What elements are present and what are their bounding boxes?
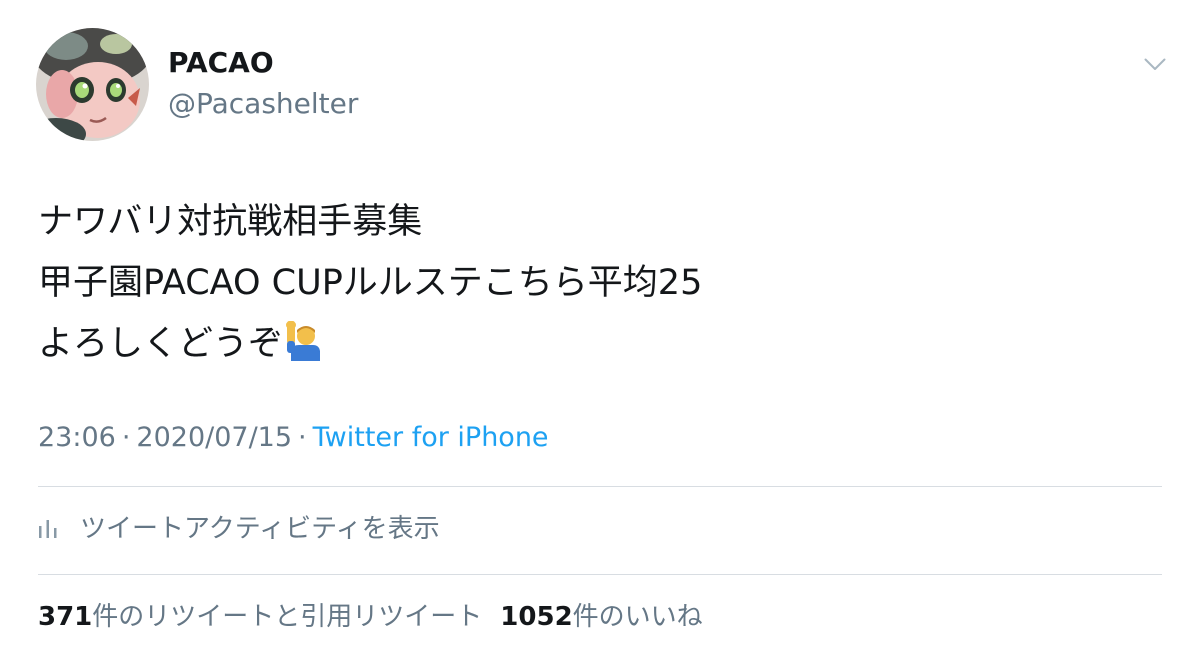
likes-label: 件のいいね: [572, 602, 703, 632]
tweet-source-link[interactable]: Twitter for iPhone: [313, 422, 549, 453]
chevron-down-icon[interactable]: [1140, 52, 1170, 76]
tweet-stats: 371件のリツイートと引用リツイート 1052件のいいね: [38, 597, 703, 637]
tweet-line: 甲子園PACAO CUPルルステこちら平均25: [38, 263, 703, 303]
likes-stat[interactable]: 1052件のいいね: [500, 602, 702, 632]
tweet-time: 23:06: [38, 422, 116, 453]
avatar[interactable]: [36, 28, 149, 141]
tweet-line-text: よろしくどうぞ: [38, 324, 284, 364]
tweet-text: ナワバリ対抗戦相手募集 甲子園PACAO CUPルルステこちら平均25 よろしく…: [38, 192, 1158, 381]
likes-count: 1052: [500, 602, 573, 632]
user-handle[interactable]: @Pacashelter: [168, 86, 358, 122]
retweets-count: 371: [38, 602, 93, 632]
separator: ·: [298, 422, 307, 453]
display-name[interactable]: PACAO: [168, 45, 274, 81]
tweet-activity-link[interactable]: ツイートアクティビティを表示: [38, 506, 440, 546]
divider: [38, 486, 1162, 487]
divider: [38, 574, 1162, 575]
separator: ·: [121, 422, 131, 453]
tweet-line: ナワバリ対抗戦相手募集: [38, 202, 423, 242]
tweet-date: 2020/07/15: [136, 422, 293, 453]
tweet-line-with-emoji: よろしくどうぞ: [38, 314, 1158, 381]
tweet-activity-label: ツイートアクティビティを表示: [80, 513, 440, 544]
retweets-stat[interactable]: 371件のリツイートと引用リツイート: [38, 602, 482, 632]
man-raising-hand-emoji: [285, 320, 321, 381]
tweet-meta: 23:06 · 2020/07/15 · Twitter for iPhone: [38, 418, 549, 458]
bar-chart-icon: [38, 514, 58, 538]
retweets-label: 件のリツイートと引用リツイート: [92, 602, 483, 632]
